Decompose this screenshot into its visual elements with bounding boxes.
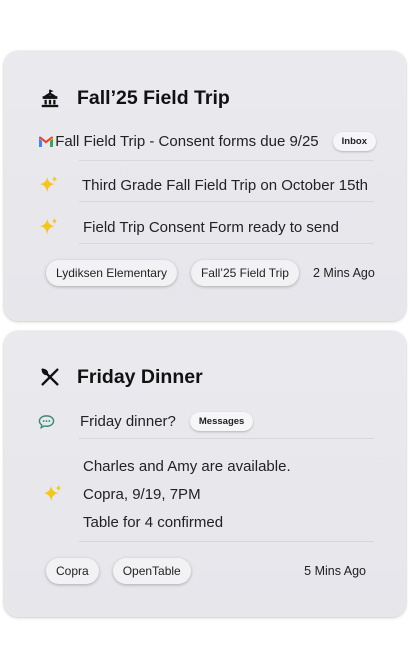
list-item-summary[interactable]: Field Trip Consent Form ready to send <box>38 216 376 238</box>
divider <box>79 160 374 161</box>
divider <box>79 438 374 439</box>
school-icon <box>38 86 62 110</box>
email-subject: Fall Field Trip - Consent forms due 9/25 <box>55 133 319 150</box>
chip-row: Copra OpenTable 5 Mins Ago <box>46 558 366 584</box>
task-card-friday-dinner[interactable]: Friday Dinner Friday dinner? Messages Ch… <box>4 331 406 617</box>
source-badge-messages: Messages <box>189 412 254 431</box>
gmail-icon <box>38 136 55 148</box>
chip-opentable[interactable]: OpenTable <box>112 558 191 584</box>
card-title: Fall’25 Field Trip <box>77 86 230 109</box>
divider <box>79 201 374 202</box>
list-item-message[interactable]: Friday dinner? Messages <box>38 412 376 431</box>
task-card-field-trip[interactable]: Fall’25 Field Trip Fall Field Trip - Con… <box>4 51 406 321</box>
restaurant-icon <box>38 365 62 389</box>
message-subject: Friday dinner? <box>80 413 176 430</box>
summary-block[interactable]: Charles and Amy are available. Copra, 9/… <box>83 453 291 537</box>
timestamp: 5 Mins Ago <box>304 564 366 578</box>
card-title: Friday Dinner <box>77 365 203 388</box>
summary-text: Third Grade Fall Field Trip on October 1… <box>82 176 368 194</box>
divider <box>79 541 374 542</box>
summary-line: Table for 4 confirmed <box>83 514 224 531</box>
sparkle-icon <box>38 174 72 196</box>
chip-copra[interactable]: Copra <box>46 558 99 584</box>
list-item-email[interactable]: Fall Field Trip - Consent forms due 9/25… <box>38 132 376 151</box>
chat-icon <box>38 414 72 430</box>
card-title-row: Fall’25 Field Trip <box>38 86 230 110</box>
list-item-summary[interactable]: Third Grade Fall Field Trip on October 1… <box>38 174 376 196</box>
source-badge-inbox: Inbox <box>332 132 376 151</box>
summary-text: Field Trip Consent Form ready to send <box>83 218 339 236</box>
sparkle-icon <box>38 216 72 238</box>
summary-line: Copra, 9/19, 7PM <box>83 486 201 503</box>
divider <box>79 243 374 244</box>
summary-line: Charles and Amy are available. <box>83 458 291 475</box>
card-title-row: Friday Dinner <box>38 365 203 389</box>
chip-row: Lydiksen Elementary Fall’25 Field Trip 2… <box>46 260 375 286</box>
timestamp: 2 Mins Ago <box>312 266 375 280</box>
chip-lydiksen-elementary[interactable]: Lydiksen Elementary <box>46 260 177 286</box>
chip-fall25-field-trip[interactable]: Fall’25 Field Trip <box>190 260 299 286</box>
sparkle-icon <box>42 483 64 510</box>
